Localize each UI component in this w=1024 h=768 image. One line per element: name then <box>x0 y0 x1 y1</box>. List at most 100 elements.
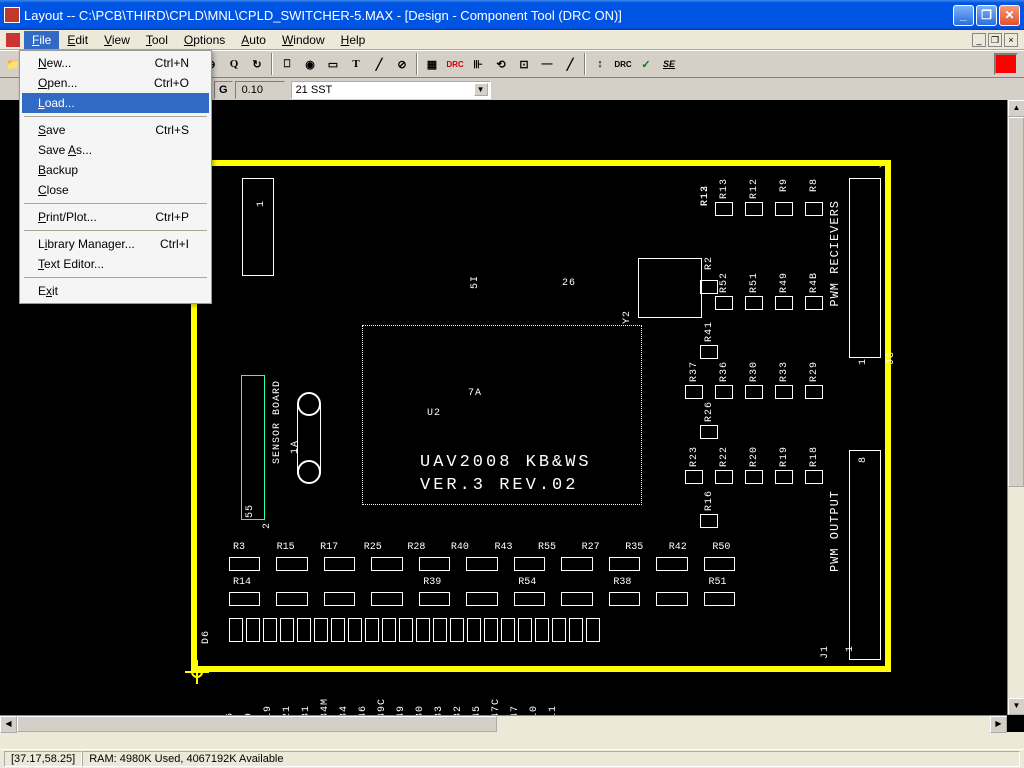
tb-refresh-icon[interactable]: ↻ <box>246 53 268 75</box>
ref-label: R3 <box>233 542 256 553</box>
ref-label: R22 <box>719 446 730 467</box>
menu-text-editor[interactable]: Text Editor... <box>22 254 209 274</box>
ref-label: R27 <box>582 542 605 553</box>
ref-label <box>281 577 308 588</box>
resistor-box <box>229 557 260 571</box>
origin-crosshair <box>185 660 209 684</box>
menu-backup[interactable]: Backup <box>22 160 209 180</box>
menu-save-as[interactable]: Save As... <box>22 140 209 160</box>
menu-help[interactable]: Help <box>333 31 374 49</box>
tb-se-icon[interactable]: SE <box>658 53 680 75</box>
mdi-minimize[interactable]: _ <box>972 33 986 47</box>
resistor-box <box>685 385 703 399</box>
resistor-box <box>324 592 355 606</box>
comp-y2 <box>638 258 702 318</box>
tb-via-icon[interactable]: ⊡ <box>513 53 535 75</box>
tb-pin-icon[interactable]: ◉ <box>299 53 321 75</box>
tb-drc-icon[interactable]: DRC <box>444 53 466 75</box>
resistor-box <box>514 592 545 606</box>
resistor-box <box>656 592 687 606</box>
minimize-button[interactable]: _ <box>953 5 974 26</box>
ref-label: R12 <box>749 178 760 199</box>
vertical-scrollbar[interactable]: ▲ ▼ <box>1007 100 1024 715</box>
maximize-button[interactable]: ❐ <box>976 5 997 26</box>
menu-window[interactable]: Window <box>274 31 333 49</box>
menu-exit[interactable]: Exit <box>22 281 209 301</box>
ref-label: R33 <box>434 698 445 715</box>
resistor-box <box>745 202 763 216</box>
ref-2: 2 <box>262 522 273 529</box>
menu-library[interactable]: Library Manager...Ctrl+I <box>22 234 209 254</box>
horizontal-scrollbar[interactable]: ◀ ▶ <box>0 715 1007 732</box>
ref-label: R49 <box>779 272 790 293</box>
app-icon <box>4 7 20 23</box>
resistor-box <box>382 618 396 642</box>
grid-value[interactable]: 0.10 <box>235 81 285 99</box>
ref-label <box>376 577 403 588</box>
tb-conn-icon[interactable]: ╱ <box>368 53 390 75</box>
tb-dims-icon[interactable]: ↕ <box>589 53 611 75</box>
tb-error-icon[interactable]: ⊘ <box>391 53 413 75</box>
tb-color-icon[interactable]: ▦ <box>421 53 443 75</box>
pcb-title-2: VER.3 REV.02 <box>420 476 578 495</box>
ref-label: R45 <box>472 698 483 715</box>
tb-obstacle-icon[interactable]: ▭ <box>322 53 344 75</box>
tb-path-icon[interactable]: ╱ <box>559 53 581 75</box>
layer-select[interactable]: 21 SST <box>291 81 491 99</box>
ref-label: R6 <box>225 698 236 715</box>
menu-save[interactable]: SaveCtrl+S <box>22 120 209 140</box>
scroll-down-button[interactable]: ▼ <box>1008 698 1024 715</box>
tb-query-icon[interactable]: Q <box>223 53 245 75</box>
tb-text-icon[interactable]: T <box>345 53 367 75</box>
ref-26: 26 <box>562 278 576 289</box>
resistor-box <box>656 557 687 571</box>
resistor-box <box>775 385 793 399</box>
resistor-box <box>586 618 600 642</box>
menu-close[interactable]: Close <box>22 180 209 200</box>
resistor-box <box>514 557 545 571</box>
tb-comp-icon[interactable]: ⎕ <box>276 53 298 75</box>
ref-label: R2 <box>704 256 715 270</box>
resistor-box <box>715 470 733 484</box>
ref-label: R35 <box>625 542 648 553</box>
vscroll-thumb[interactable] <box>1008 117 1024 487</box>
menu-new[interactable]: New...Ctrl+N <box>22 53 209 73</box>
status-coords: [37.17,58.25] <box>4 751 82 767</box>
menu-print[interactable]: Print/Plot...Ctrl+P <box>22 207 209 227</box>
menu-tool[interactable]: Tool <box>138 31 176 49</box>
scroll-up-button[interactable]: ▲ <box>1008 100 1024 117</box>
ref-label: R47C <box>491 698 502 715</box>
resistor-box <box>700 345 718 359</box>
tb-online-icon[interactable]: ⊪ <box>467 53 489 75</box>
tb-drc2-icon[interactable]: DRC <box>612 53 634 75</box>
resistor-box <box>467 618 481 642</box>
menu-load[interactable]: Load... <box>22 93 209 113</box>
tb-seg-icon[interactable]: — <box>536 53 558 75</box>
tb-check-icon[interactable]: ✓ <box>635 53 657 75</box>
ref-label: R37 <box>689 361 700 382</box>
scroll-right-button[interactable]: ▶ <box>990 716 1007 733</box>
ref-label: R8 <box>809 178 820 192</box>
label-j3: J3 <box>886 351 897 365</box>
close-button[interactable]: ✕ <box>999 5 1020 26</box>
mdi-close[interactable]: × <box>1004 33 1018 47</box>
ref-label: R46 <box>358 698 369 715</box>
ref-label: R33 <box>779 361 790 382</box>
menu-auto[interactable]: Auto <box>233 31 274 49</box>
menu-view[interactable]: View <box>96 31 138 49</box>
tb-reconnect-icon[interactable]: ⟲ <box>490 53 512 75</box>
hscroll-thumb[interactable] <box>17 716 497 732</box>
ref-d6: D6 <box>201 630 212 644</box>
menu-edit[interactable]: Edit <box>59 31 96 49</box>
mdi-restore[interactable]: ❐ <box>988 33 1002 47</box>
scroll-left-button[interactable]: ◀ <box>0 716 17 733</box>
resistor-box <box>704 592 735 606</box>
menu-options[interactable]: Options <box>176 31 233 49</box>
ref-label: R9 <box>244 698 255 715</box>
ref-label: R34 <box>339 698 350 715</box>
menu-file[interactable]: File <box>24 31 59 49</box>
resistor-box <box>561 557 592 571</box>
menu-open[interactable]: Open...Ctrl+O <box>22 73 209 93</box>
active-color-swatch[interactable] <box>994 53 1018 75</box>
board-corner-arrow: ↗ <box>878 160 887 172</box>
